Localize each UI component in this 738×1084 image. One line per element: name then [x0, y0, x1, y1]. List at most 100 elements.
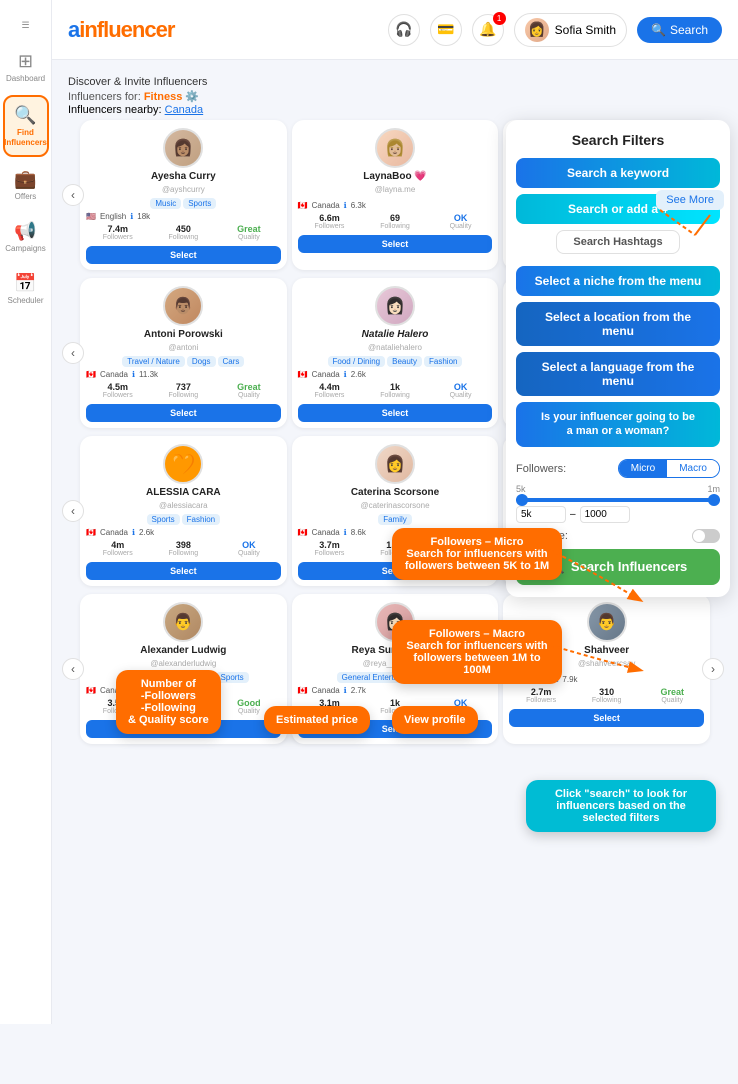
select-btn[interactable]: Select — [509, 709, 704, 727]
followers-val: 4.4m — [298, 382, 362, 392]
prev-arrow-4[interactable]: ‹ — [62, 658, 84, 680]
header-logo: ainfluencer — [68, 17, 174, 43]
for-label: Influencers for: — [68, 91, 141, 103]
filters-title: Search Filters — [516, 132, 720, 148]
name-shahveer: Shahveer — [584, 645, 629, 656]
price: 7.9k — [562, 675, 577, 684]
country: Canada — [312, 686, 340, 695]
max-followers-input[interactable] — [580, 506, 630, 523]
next-arrow-4[interactable]: › — [702, 658, 724, 680]
influencer-card-antoni: 👨🏽 Antoni Porowski @antoni Travel / Natu… — [80, 278, 287, 428]
autosave-toggle[interactable] — [692, 529, 720, 543]
flag: 🇨🇦 — [86, 686, 96, 695]
select-ayesha[interactable]: Select — [86, 246, 281, 264]
niche-filter-btn[interactable]: Select a niche from the menu — [516, 266, 720, 296]
flag: 🇨🇦 — [298, 528, 308, 537]
header: ainfluencer 🎧 💳 🔔 1 👩 Sofia Smith 🔍 Sear… — [52, 0, 738, 60]
min-followers-input[interactable] — [516, 506, 566, 523]
info-icon[interactable]: ℹ — [344, 370, 347, 379]
quality-val: Great — [217, 224, 281, 234]
info-icon[interactable]: ℹ — [344, 686, 347, 695]
following-val: 69 — [363, 213, 427, 223]
content-wrapper: ‹ 👩🏽 Ayesha Curry @ayshcurry Music Sport… — [60, 120, 730, 744]
user-chip[interactable]: 👩 Sofia Smith — [514, 13, 627, 47]
sidebar-item-campaigns[interactable]: 📢 Campaigns — [3, 213, 49, 261]
name-antoni: Antoni Porowski — [144, 329, 223, 340]
sidebar-item-dashboard[interactable]: ⊞ Dashboard — [3, 43, 49, 91]
name-alexander: Alexander Ludwig — [140, 645, 226, 656]
scheduler-label: Scheduler — [7, 296, 43, 305]
campaigns-icon: 📢 — [14, 221, 36, 242]
slider-max-label: 1m — [707, 484, 720, 494]
offers-label: Offers — [15, 192, 37, 201]
quality-val: OK — [429, 382, 493, 392]
slider-separator: – — [570, 509, 576, 520]
see-more-button[interactable]: See More — [656, 190, 724, 210]
price: 2.6k — [139, 528, 154, 537]
handle-antoni: @antoni — [168, 343, 198, 352]
followers-val: 4m — [86, 540, 150, 550]
info-icon[interactable]: ℹ — [130, 212, 133, 221]
price: 2.7k — [351, 686, 366, 695]
prev-arrow-3[interactable]: ‹ — [62, 500, 84, 522]
notification-badge: 1 — [493, 12, 506, 25]
language-filter-btn[interactable]: Select a language from the menu — [516, 352, 720, 396]
lang: English — [100, 212, 126, 221]
headphones-btn[interactable]: 🎧 — [388, 14, 420, 46]
keyword-search-btn[interactable]: Search a keyword — [516, 158, 720, 188]
sidebar-item-offers[interactable]: 💼 Offers — [3, 161, 49, 209]
gear-icon[interactable]: ⚙️ — [185, 91, 199, 103]
micro-tab[interactable]: Micro — [619, 460, 667, 477]
sidebar-item-scheduler[interactable]: 📅 Scheduler — [3, 265, 49, 313]
gender-filter-btn[interactable]: Is your influencer going to be a man or … — [516, 402, 720, 447]
breadcrumb-for: Influencers for: Fitness ⚙️ — [68, 90, 722, 103]
user-name: Sofia Smith — [555, 23, 616, 37]
select-btn[interactable]: Select — [86, 562, 281, 580]
notifications-btn[interactable]: 🔔 1 — [472, 14, 504, 46]
info-icon[interactable]: ℹ — [132, 528, 135, 537]
search-btn-label: Search — [670, 23, 708, 37]
tooltip-search-click: Click "search" to look for influencers b… — [526, 780, 716, 832]
prev-arrow-1[interactable]: ‹ — [62, 184, 84, 206]
tag: Music — [150, 198, 181, 209]
sidebar-item-find-influencers[interactable]: 🔍 FindInfluencers — [3, 95, 49, 157]
followers-val: 3.7m — [298, 540, 362, 550]
price: 2.6k — [351, 370, 366, 379]
search-hashtags-btn[interactable]: Search Hashtags — [556, 230, 679, 254]
following-val: 1k — [363, 382, 427, 392]
tag: Cars — [218, 356, 245, 367]
tooltip-view-profile: View profile — [392, 706, 478, 734]
campaigns-label: Campaigns — [5, 244, 45, 253]
info-icon[interactable]: ℹ — [344, 201, 347, 210]
info-icon[interactable]: ℹ — [344, 528, 347, 537]
hamburger-menu[interactable]: ☰ — [3, 12, 49, 39]
tooltip-micro-text: Followers – MicroSearch for influencers … — [405, 536, 549, 572]
info-icon[interactable]: ℹ — [132, 370, 135, 379]
flag: 🇨🇦 — [86, 370, 96, 379]
macro-tab[interactable]: Macro — [667, 460, 719, 477]
tooltip-price-text: Estimated price — [276, 714, 358, 726]
quality-val: OK — [429, 213, 493, 223]
prev-arrow-2[interactable]: ‹ — [62, 342, 84, 364]
menu-icon: ☰ — [21, 20, 29, 31]
select-btn[interactable]: Select — [298, 404, 493, 422]
canada-link[interactable]: Canada — [165, 104, 204, 116]
influencer-card-ayesha: 👩🏽 Ayesha Curry @ayshcurry Music Sports … — [80, 120, 287, 270]
select-layna[interactable]: Select — [298, 235, 493, 253]
credit-card-btn[interactable]: 💳 — [430, 14, 462, 46]
name-ayesha: Ayesha Curry — [151, 171, 216, 182]
slider-right-handle[interactable] — [708, 494, 720, 506]
influencer-card-natalie: 👩🏻 Natalie Halero @nataliehalero Food / … — [292, 278, 499, 428]
slider-left-handle[interactable] — [516, 494, 528, 506]
search-button[interactable]: 🔍 Search — [637, 17, 722, 43]
handle-layna: @layna.me — [375, 185, 416, 194]
breadcrumb-area: Discover & Invite Influencers Influencer… — [60, 70, 730, 120]
handle-natalie: @nataliehalero — [368, 343, 422, 352]
quality-val: OK — [217, 540, 281, 550]
following-val: 450 — [152, 224, 216, 234]
tooltip-quality-score: Number of-Followers-Following& Quality s… — [116, 670, 221, 734]
location-filter-btn[interactable]: Select a location from the menu — [516, 302, 720, 346]
followers-val: 7.4m — [86, 224, 150, 234]
select-btn[interactable]: Select — [86, 404, 281, 422]
price: 8.6k — [351, 528, 366, 537]
